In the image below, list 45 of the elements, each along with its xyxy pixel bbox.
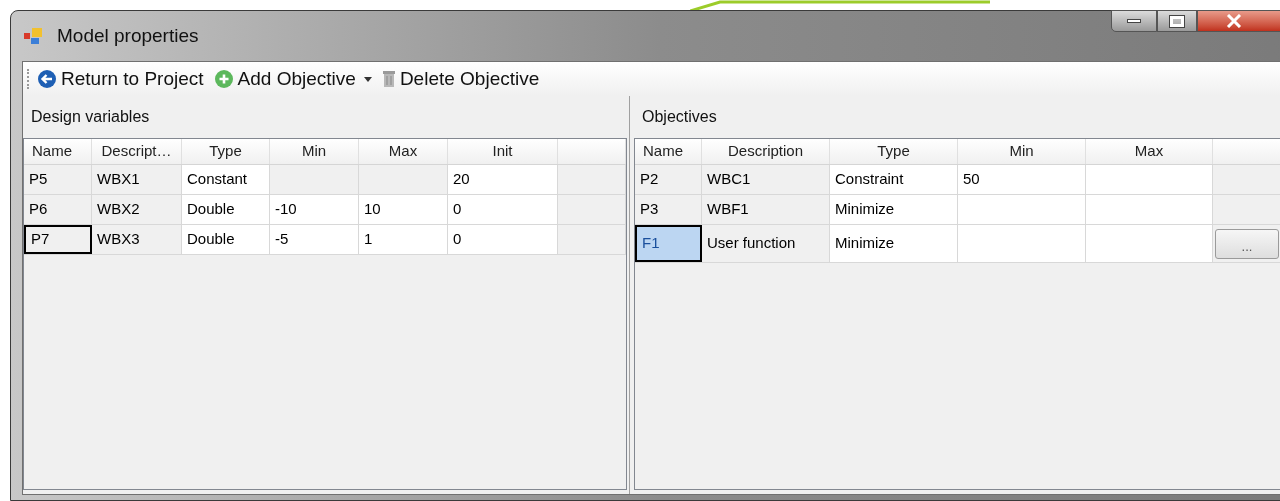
plus-icon [213, 69, 234, 89]
toolbar-button[interactable]: Delete Objective [381, 64, 540, 94]
toolbar-button[interactable]: Return to Project [37, 64, 204, 94]
table-cell[interactable]: -5 [270, 225, 359, 254]
column-header[interactable]: Type [182, 139, 270, 164]
table-cell[interactable]: 1 [359, 225, 448, 254]
column-header[interactable]: Min [958, 139, 1086, 164]
minimize-button[interactable] [1111, 10, 1157, 32]
panel-title: Objectives [642, 107, 717, 127]
table-cell[interactable] [1086, 195, 1213, 224]
table-cell[interactable]: Minimize [830, 225, 958, 262]
table-cell[interactable]: 0 [448, 225, 558, 254]
column-header[interactable]: Type [830, 139, 958, 164]
table-cell[interactable]: Double [182, 225, 270, 254]
trash-icon [381, 70, 396, 88]
column-header[interactable]: Descript… [92, 139, 182, 164]
column-header[interactable]: Description [702, 139, 830, 164]
column-header[interactable]: Max [1086, 139, 1213, 164]
column-header[interactable]: Name [635, 139, 702, 164]
column-header[interactable]: Max [359, 139, 448, 164]
table-cell[interactable]: 0 [448, 195, 558, 224]
table-cell[interactable]: 50 [958, 165, 1086, 194]
window-title: Model properties [57, 23, 199, 48]
table-cell[interactable] [1086, 225, 1213, 262]
table-cell[interactable]: Constant [182, 165, 270, 194]
caret-icon [363, 76, 372, 82]
table-cell[interactable] [958, 195, 1086, 224]
close-button[interactable] [1197, 10, 1280, 32]
close-icon [1226, 14, 1242, 28]
table-cell[interactable] [958, 225, 1086, 262]
table-cell[interactable] [1086, 165, 1213, 194]
toolbar-button[interactable]: Add Objective [213, 64, 372, 94]
table-cell[interactable]: F1 [635, 225, 702, 262]
app-icon [23, 26, 45, 46]
table-cell[interactable]: Constraint [830, 165, 958, 194]
column-header[interactable]: Init [448, 139, 558, 164]
maximize-button[interactable] [1157, 10, 1197, 32]
table-cell[interactable]: Minimize [830, 195, 958, 224]
table-cell[interactable]: 20 [448, 165, 558, 194]
column-header[interactable]: Name [24, 139, 92, 164]
table-cell[interactable]: -10 [270, 195, 359, 224]
table-cell[interactable]: 10 [359, 195, 448, 224]
panel-title: Design variables [31, 107, 150, 127]
table-cell[interactable]: Double [182, 195, 270, 224]
column-header[interactable]: Min [270, 139, 359, 164]
